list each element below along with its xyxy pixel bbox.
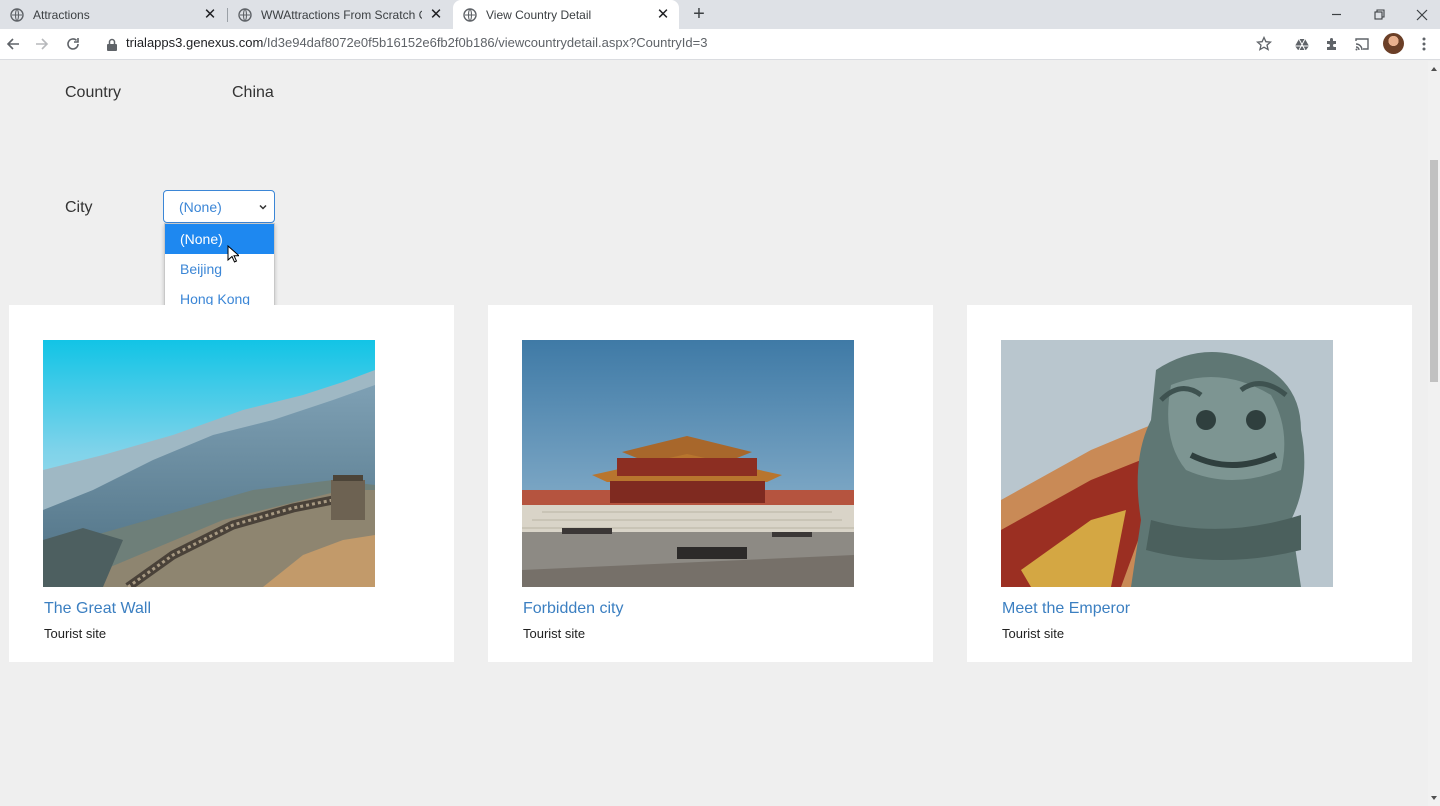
scroll-up-icon[interactable]: [1430, 65, 1438, 73]
restore-window-button[interactable]: [1357, 0, 1401, 29]
attraction-category: Tourist site: [44, 626, 107, 641]
city-label: City: [65, 199, 93, 216]
browser-tab-strip: Attractions ✕ WWAttractions From Scratch…: [0, 0, 1440, 29]
globe-icon: [463, 7, 477, 22]
country-label: Country: [65, 84, 122, 101]
attraction-card[interactable]: Forbidden city Tourist site: [488, 305, 933, 662]
profile-avatar[interactable]: [1383, 33, 1404, 54]
tab-wwattractions[interactable]: WWAttractions From Scratch Co ✕: [228, 0, 452, 29]
attraction-card[interactable]: Meet the Emperor Tourist site: [967, 305, 1412, 662]
guardian-lion-photo[interactable]: [1001, 340, 1333, 587]
city-option-none[interactable]: (None): [165, 224, 274, 254]
tab-title: View Country Detail: [486, 7, 592, 22]
close-tab-icon[interactable]: ✕: [428, 7, 444, 23]
city-select[interactable]: (None): [163, 190, 275, 223]
extensions-button[interactable]: [1322, 34, 1342, 54]
puzzle-icon: [1327, 38, 1336, 50]
restore-icon: [1373, 9, 1385, 20]
arrow-right-icon: [36, 38, 49, 50]
browser-menu-button[interactable]: [1414, 34, 1434, 54]
scroll-thumb[interactable]: [1430, 160, 1438, 382]
cast-button[interactable]: [1352, 34, 1372, 54]
tab-attractions[interactable]: Attractions ✕: [0, 0, 226, 29]
attraction-name[interactable]: Meet the Emperor: [1002, 600, 1130, 618]
lock-icon[interactable]: [106, 38, 118, 52]
bookmark-star-button[interactable]: [1254, 34, 1274, 54]
close-tab-icon[interactable]: ✕: [202, 7, 218, 23]
close-icon: [1416, 9, 1428, 20]
tab-title: WWAttractions From Scratch Co: [261, 7, 422, 22]
new-tab-button[interactable]: +: [688, 0, 710, 29]
page-scrollbar[interactable]: [1428, 61, 1440, 806]
city-select-value: (None): [179, 198, 222, 215]
country-value: China: [232, 84, 274, 101]
minimize-window-button[interactable]: [1314, 0, 1358, 29]
city-dropdown-list: (None) Beijing Hong Kong: [164, 223, 275, 314]
tab-title: Attractions: [33, 7, 90, 22]
drive-extension-button[interactable]: [1292, 34, 1312, 54]
globe-icon: [10, 7, 24, 22]
attraction-name[interactable]: The Great Wall: [44, 600, 151, 618]
url-host: trialapps3.genexus.com: [126, 35, 264, 50]
attraction-card[interactable]: The Great Wall Tourist site: [9, 305, 454, 662]
attraction-category: Tourist site: [523, 626, 586, 641]
reload-button[interactable]: [61, 33, 85, 55]
reload-icon: [67, 38, 79, 50]
globe-icon: [238, 7, 252, 22]
forbidden-city-photo[interactable]: [522, 340, 854, 587]
url-path: /Id3e94daf8072e0f5b16152e6fb2f0b186/view…: [263, 35, 708, 50]
city-option-beijing[interactable]: Beijing: [165, 254, 274, 284]
browser-toolbar: trialapps3.genexus.com/Id3e94daf8072e0f5…: [0, 29, 1440, 60]
cloud-drive-icon: [1295, 38, 1309, 51]
kebab-menu-icon: [1422, 37, 1426, 51]
close-tab-icon[interactable]: ✕: [655, 7, 671, 23]
arrow-left-icon: [6, 38, 19, 50]
attraction-category: Tourist site: [1002, 626, 1065, 641]
tab-view-country-detail[interactable]: View Country Detail ✕: [453, 0, 679, 29]
attraction-name[interactable]: Forbidden city: [523, 600, 624, 618]
chevron-down-icon: [259, 204, 267, 210]
scroll-down-icon[interactable]: [1430, 794, 1438, 802]
forward-button[interactable]: [30, 33, 54, 55]
close-window-button[interactable]: [1400, 0, 1440, 29]
minimize-icon: [1331, 13, 1341, 16]
cast-icon: [1355, 38, 1369, 51]
mouse-cursor-icon: [227, 245, 239, 263]
address-bar[interactable]: trialapps3.genexus.com/Id3e94daf8072e0f5…: [126, 35, 707, 50]
star-icon: [1256, 36, 1272, 51]
back-button[interactable]: [1, 33, 25, 55]
page-content: Country China City (None) (None) Beijing…: [0, 61, 1428, 806]
great-wall-photo[interactable]: [43, 340, 375, 587]
